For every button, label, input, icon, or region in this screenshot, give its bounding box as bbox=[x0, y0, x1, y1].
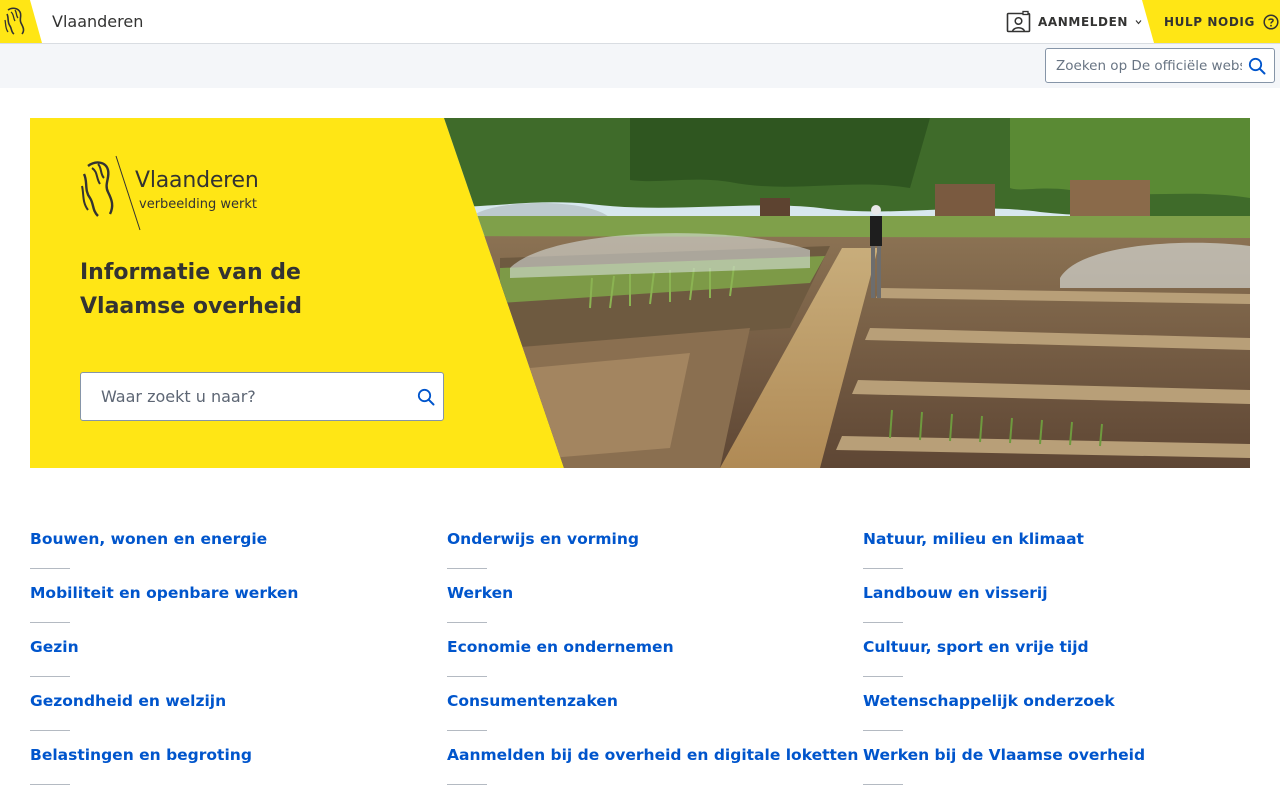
list-item: Economie en ondernemen bbox=[447, 636, 847, 690]
divider bbox=[30, 784, 70, 785]
site-search-button[interactable] bbox=[1248, 57, 1266, 79]
theme-link[interactable]: Belastingen en begroting bbox=[30, 746, 252, 764]
list-item: Natuur, milieu en klimaat bbox=[863, 528, 1263, 582]
theme-link[interactable]: Gezondheid en welzijn bbox=[30, 692, 226, 710]
theme-link[interactable]: Gezin bbox=[30, 638, 79, 656]
divider bbox=[30, 730, 70, 731]
hero-search-button[interactable] bbox=[417, 388, 435, 410]
theme-link[interactable]: Natuur, milieu en klimaat bbox=[863, 530, 1084, 548]
brand-name[interactable]: Vlaanderen bbox=[52, 12, 143, 31]
sub-header bbox=[0, 44, 1280, 88]
list-item: Onderwijs en vorming bbox=[447, 528, 847, 582]
flemish-lion-icon bbox=[4, 7, 25, 35]
global-header: Vlaanderen AANMELDEN HULP NODIG bbox=[0, 0, 1280, 44]
login-label: AANMELDEN bbox=[1038, 15, 1129, 29]
theme-link[interactable]: Bouwen, wonen en energie bbox=[30, 530, 267, 548]
list-item: Gezondheid en welzijn bbox=[30, 690, 430, 744]
search-icon bbox=[1248, 57, 1266, 75]
list-item: Werken bij de Vlaamse overheid bbox=[863, 744, 1263, 798]
divider bbox=[30, 568, 70, 569]
hero-logo-tagline: verbeelding werkt bbox=[139, 197, 257, 212]
site-search-input[interactable] bbox=[1046, 49, 1242, 82]
list-item: Aanmelden bij de overheid en digitale lo… bbox=[447, 744, 858, 798]
divider bbox=[447, 568, 487, 569]
theme-link[interactable]: Wetenschappelijk onderzoek bbox=[863, 692, 1115, 710]
theme-link[interactable]: Werken bij de Vlaamse overheid bbox=[863, 746, 1145, 764]
divider bbox=[863, 730, 903, 731]
question-circle-icon bbox=[1263, 13, 1279, 30]
login-button[interactable]: AANMELDEN bbox=[1006, 10, 1142, 34]
list-item: Landbouw en visserij bbox=[863, 582, 1263, 636]
list-item: Cultuur, sport en vrije tijd bbox=[863, 636, 1263, 690]
list-item: Consumentenzaken bbox=[447, 690, 847, 744]
chevron-down-icon bbox=[1135, 20, 1142, 25]
page-title: Informatie van de Vlaamse overheid bbox=[80, 260, 302, 319]
list-item: Belastingen en begroting bbox=[30, 744, 430, 798]
divider bbox=[863, 676, 903, 677]
list-item: Werken bbox=[447, 582, 847, 636]
divider bbox=[447, 784, 487, 785]
list-item: Bouwen, wonen en energie bbox=[30, 528, 430, 582]
search-icon bbox=[417, 388, 435, 406]
list-item: Wetenschappelijk onderzoek bbox=[863, 690, 1263, 744]
list-item: Gezin bbox=[30, 636, 430, 690]
theme-link[interactable]: Cultuur, sport en vrije tijd bbox=[863, 638, 1089, 656]
divider bbox=[447, 730, 487, 731]
brand-logo-link[interactable] bbox=[0, 0, 42, 43]
help-button[interactable]: HULP NODIG bbox=[1142, 0, 1280, 43]
theme-link[interactable]: Economie en ondernemen bbox=[447, 638, 674, 656]
theme-column: Onderwijs en vorming Werken Economie en … bbox=[447, 528, 858, 798]
divider bbox=[863, 622, 903, 623]
divider bbox=[30, 622, 70, 623]
hero-search-input[interactable] bbox=[81, 373, 401, 420]
divider bbox=[863, 568, 903, 569]
theme-link[interactable]: Mobiliteit en openbare werken bbox=[30, 584, 298, 602]
divider bbox=[447, 676, 487, 677]
site-search bbox=[1045, 48, 1275, 83]
divider bbox=[447, 622, 487, 623]
divider bbox=[863, 784, 903, 785]
theme-column: Bouwen, wonen en energie Mobiliteit en o… bbox=[30, 528, 430, 798]
hero-banner: Vlaanderen verbeelding werkt Informatie … bbox=[30, 118, 1250, 468]
theme-link[interactable]: Onderwijs en vorming bbox=[447, 530, 639, 548]
hero-logo-title: Vlaanderen bbox=[135, 168, 259, 193]
divider bbox=[30, 676, 70, 677]
list-item: Mobiliteit en openbare werken bbox=[30, 582, 430, 636]
help-label: HULP NODIG bbox=[1164, 14, 1255, 29]
theme-link[interactable]: Aanmelden bij de overheid en digitale lo… bbox=[447, 746, 858, 764]
theme-column: Natuur, milieu en klimaat Landbouw en vi… bbox=[863, 528, 1263, 798]
theme-link[interactable]: Werken bbox=[447, 584, 513, 602]
flemish-lion-logo-icon bbox=[81, 155, 141, 231]
theme-link[interactable]: Consumentenzaken bbox=[447, 692, 618, 710]
theme-link[interactable]: Landbouw en visserij bbox=[863, 584, 1048, 602]
id-card-icon bbox=[1006, 10, 1031, 33]
hero-search bbox=[80, 372, 444, 421]
